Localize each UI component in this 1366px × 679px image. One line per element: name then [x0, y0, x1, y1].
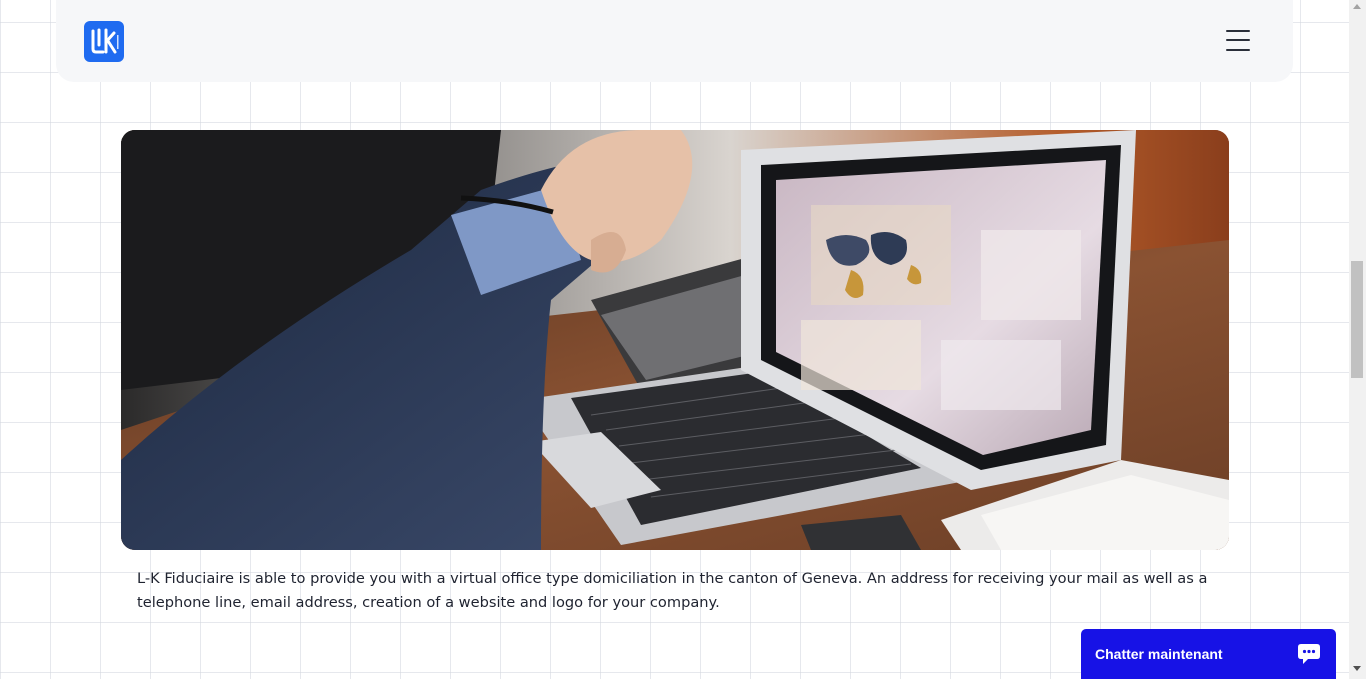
company-logo[interactable] — [84, 21, 124, 62]
scroll-down-arrow-icon[interactable] — [1353, 666, 1361, 671]
logo-mark-icon — [91, 28, 119, 54]
chat-bubble-icon — [1298, 644, 1320, 664]
hero-image — [121, 130, 1229, 550]
hamburger-menu-icon[interactable] — [1226, 30, 1250, 51]
office-description: L-K Fiduciaire is able to provide you wi… — [137, 570, 1208, 611]
chat-now-button[interactable]: Chatter maintenant — [1081, 629, 1336, 679]
chat-now-label: Chatter maintenant — [1095, 646, 1223, 662]
site-header — [56, 0, 1293, 82]
scroll-up-arrow-icon[interactable] — [1353, 4, 1361, 9]
scrollbar-thumb[interactable] — [1351, 261, 1363, 378]
page-scrollbar[interactable] — [1349, 0, 1366, 679]
